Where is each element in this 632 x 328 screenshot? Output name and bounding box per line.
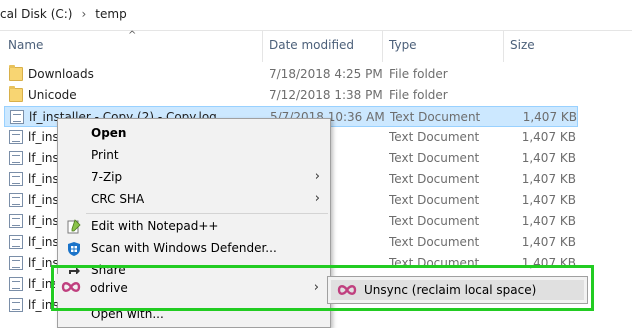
menu-item-label: Edit with Notepad++ [91,219,219,233]
menu-item-7zip[interactable]: 7-Zip › [58,167,330,189]
folder-icon [9,86,23,102]
odrive-submenu: Unsync (reclaim local space) [327,276,588,304]
address-bar[interactable]: cal Disk (C:) › temp [0,0,632,31]
text-document-icon [9,130,23,144]
menu-item-scan-defender[interactable]: Scan with Windows Defender... [58,238,330,260]
menu-item-label: Print [91,148,119,162]
text-document-icon [9,151,23,165]
menu-item-crc-sha[interactable]: CRC SHA › [58,189,330,211]
file-size: 1,407 KB [521,130,576,144]
file-type: Text Document [389,256,480,270]
notepad-plus-plus-icon [66,219,82,235]
file-size: 1,407 KB [521,256,576,270]
menu-item-label: odrive [90,281,128,295]
file-size: 1,407 KB [521,214,576,228]
column-divider[interactable] [262,30,263,62]
breadcrumb-separator-icon: › [81,7,87,21]
column-header-type[interactable]: Type [389,38,417,52]
file-type: File folder [389,67,448,81]
text-document-icon [9,256,23,270]
windows-defender-icon [66,241,82,257]
file-type: Text Document [390,110,481,124]
file-type: Text Document [389,235,480,249]
file-type: File folder [389,88,448,102]
odrive-infinity-icon [61,279,81,295]
column-divider[interactable] [503,30,504,62]
file-type: Text Document [389,130,480,144]
menu-item-label: Open with... [91,307,164,321]
menu-item-label: Scan with Windows Defender... [91,241,277,255]
text-document-icon [9,172,23,186]
file-size: 1,407 KB [522,110,577,124]
file-date: 7/12/2018 1:38 PM [269,88,383,102]
column-header-size[interactable]: Size [510,38,535,52]
file-size: 1,407 KB [521,172,576,186]
chevron-right-icon: › [313,280,319,295]
menu-item-unsync[interactable]: Unsync (reclaim local space) [331,280,584,300]
breadcrumb-folder[interactable]: temp [95,7,126,21]
chevron-right-icon: › [314,169,320,184]
text-document-icon [9,277,23,291]
file-name: Downloads [28,67,94,81]
file-size: 1,407 KB [521,193,576,207]
menu-separator [86,213,328,214]
file-type: Text Document [389,214,480,228]
text-document-icon [9,235,23,249]
file-name: Unicode [28,88,77,102]
file-row[interactable]: Unicode 7/12/2018 1:38 PM File folder [4,85,578,106]
menu-item-open[interactable]: Open [58,123,330,145]
text-document-icon [10,110,24,124]
file-type: Text Document [389,151,480,165]
column-header-date[interactable]: Date modified [269,38,354,52]
menu-item-edit-notepadpp[interactable]: Edit with Notepad++ [58,216,330,238]
breadcrumb-drive[interactable]: cal Disk (C:) [0,7,72,21]
file-type: Text Document [389,172,480,186]
chevron-right-icon: › [314,191,320,206]
text-document-icon [9,193,23,207]
odrive-infinity-icon [337,282,357,298]
file-size: 1,407 KB [521,151,576,165]
text-document-icon [9,214,23,228]
folder-icon [9,65,23,81]
column-header-name[interactable]: Name [8,38,43,52]
menu-item-label: Open [91,126,127,140]
text-document-icon [9,298,23,312]
column-divider[interactable] [382,30,383,62]
file-row[interactable]: Downloads 7/18/2018 4:25 PM File folder [4,64,578,85]
breadcrumb: cal Disk (C:) › temp [0,7,127,21]
column-headers: ^ Name Date modified Type Size [0,30,632,62]
menu-item-label: Unsync (reclaim local space) [364,283,537,297]
sort-ascending-icon: ^ [128,30,137,41]
file-type: Text Document [389,193,480,207]
menu-item-label: 7-Zip [91,170,123,184]
menu-item-odrive[interactable]: odrive › [55,274,329,302]
menu-item-open-with[interactable]: Open with... [58,304,330,326]
menu-item-label: CRC SHA [91,192,145,206]
menu-item-print[interactable]: Print [58,145,330,167]
file-size: 1,407 KB [521,235,576,249]
file-date: 7/18/2018 4:25 PM [269,67,383,81]
